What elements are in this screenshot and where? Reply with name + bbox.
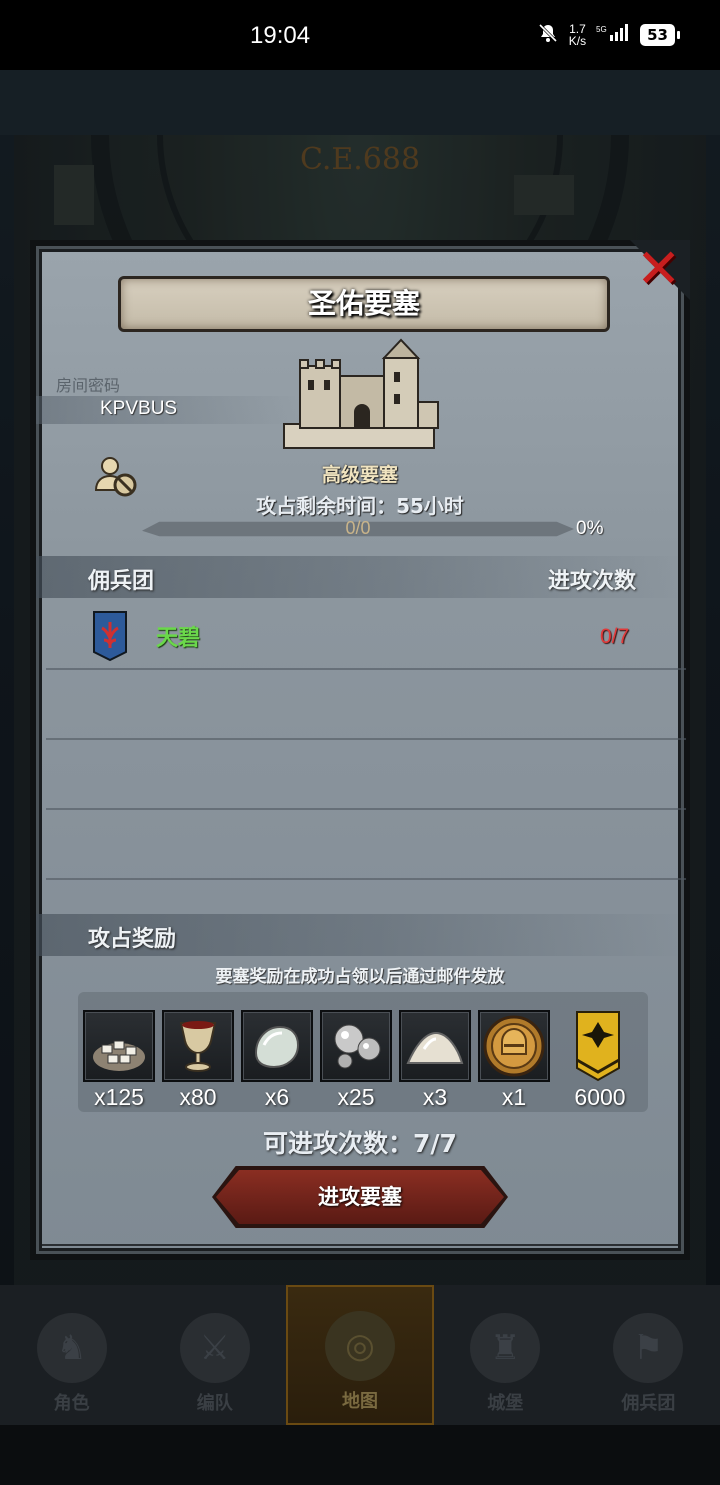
mute-bell-icon xyxy=(537,22,559,48)
silver-pile-icon xyxy=(93,1040,145,1071)
list-divider xyxy=(46,878,686,880)
fortress-level: 高级要塞 xyxy=(321,464,398,486)
knight-helmet-icon xyxy=(483,1015,545,1077)
reward-qty: x25 xyxy=(337,1084,375,1110)
powder-pile-icon xyxy=(406,1031,464,1064)
battery-level: 53 xyxy=(640,24,675,46)
reward-item-goblet[interactable] xyxy=(162,1010,234,1082)
goblet-icon xyxy=(179,1021,217,1072)
character-icon: ♞ xyxy=(36,1313,107,1383)
progress-count: 0/0 xyxy=(345,518,371,538)
nav-label: 地图 xyxy=(342,1391,378,1412)
room-code-label: 房间密码 xyxy=(56,376,121,395)
reward-note: 要塞奖励在成功占领以后通过邮件发放 xyxy=(215,967,505,987)
battery-tip xyxy=(677,31,680,39)
list-divider xyxy=(46,738,686,740)
nav-formation[interactable]: ⚔ 编队 xyxy=(143,1285,286,1425)
nav-label: 编队 xyxy=(196,1393,233,1414)
nav-mercenary[interactable]: ⚑ 佣兵团 xyxy=(577,1285,720,1425)
stone-icon xyxy=(254,1025,300,1069)
signal-icon: 5G xyxy=(596,23,630,47)
reward-item-helmet[interactable] xyxy=(478,1010,550,1082)
dialog-title: 圣佑要塞 xyxy=(307,287,420,320)
reward-qty: 6000 xyxy=(574,1084,626,1110)
nav-map[interactable]: ◎ 地图 xyxy=(286,1285,434,1425)
reward-header: 攻占奖励 xyxy=(88,927,177,952)
mercenary-icon: ⚑ xyxy=(613,1313,684,1383)
reward-qty: x3 xyxy=(422,1084,448,1110)
status-bar: 19:04 1.7 K/s 5G 53 xyxy=(0,0,720,70)
remaining-attempts: 可进攻次数：7/7 xyxy=(263,1129,457,1158)
system-nav-bar xyxy=(0,1425,720,1485)
progress-percent: 0% xyxy=(576,518,604,539)
reward-item-stone[interactable] xyxy=(241,1010,313,1082)
status-time: 19:04 xyxy=(250,22,311,49)
svg-text:5G: 5G xyxy=(596,25,607,34)
speed-unit: K/s xyxy=(568,34,587,48)
battery-indicator: 53 xyxy=(640,24,680,46)
attack-count-header: 进攻次数 xyxy=(548,569,637,594)
pearls-icon xyxy=(334,1024,381,1069)
reward-item-pearls[interactable] xyxy=(320,1010,392,1082)
list-divider xyxy=(46,668,686,670)
list-divider xyxy=(46,808,686,810)
guild-name[interactable]: 天碧 xyxy=(156,620,200,652)
reward-qty: x125 xyxy=(94,1084,144,1110)
fortress-image xyxy=(280,336,442,454)
nav-label: 城堡 xyxy=(487,1393,524,1414)
network-speed: 1.7 K/s xyxy=(569,23,586,47)
nav-castle[interactable]: ♜ 城堡 xyxy=(434,1285,577,1425)
nav-label: 角色 xyxy=(53,1393,90,1414)
reward-item-emblem[interactable] xyxy=(562,1010,634,1082)
remaining-time: 攻占剩余时间：55小时 xyxy=(256,494,464,518)
nav-character[interactable]: ♞ 角色 xyxy=(0,1285,143,1425)
reward-qty: x1 xyxy=(501,1084,527,1110)
reward-item-silver[interactable] xyxy=(83,1010,155,1082)
guild-emblem-icon xyxy=(576,1011,620,1082)
status-indicators: 1.7 K/s 5G 53 xyxy=(537,22,680,48)
reward-qty: x80 xyxy=(179,1084,217,1110)
close-button[interactable]: ✕ xyxy=(630,240,690,300)
reward-item-powder[interactable] xyxy=(399,1010,471,1082)
nav-label: 佣兵团 xyxy=(621,1393,676,1414)
reward-qty: x6 xyxy=(264,1084,290,1110)
guild-banner-icon xyxy=(92,610,128,662)
map-icon: ◎ xyxy=(325,1311,395,1381)
formation-icon: ⚔ xyxy=(179,1313,250,1383)
mercenary-header: 佣兵团 xyxy=(88,569,155,594)
attack-fortress-label[interactable]: 进攻要塞 xyxy=(216,1170,504,1224)
guild-attack-count: 0/7 xyxy=(600,625,630,648)
room-code-value: KPVBUS xyxy=(100,398,178,419)
castle-icon: ♜ xyxy=(470,1313,541,1383)
bottom-nav: ♞ 角色 ⚔ 编队 ◎ 地图 ♜ 城堡 ⚑ 佣兵团 xyxy=(0,1285,720,1425)
close-icon: ✕ xyxy=(636,237,682,300)
